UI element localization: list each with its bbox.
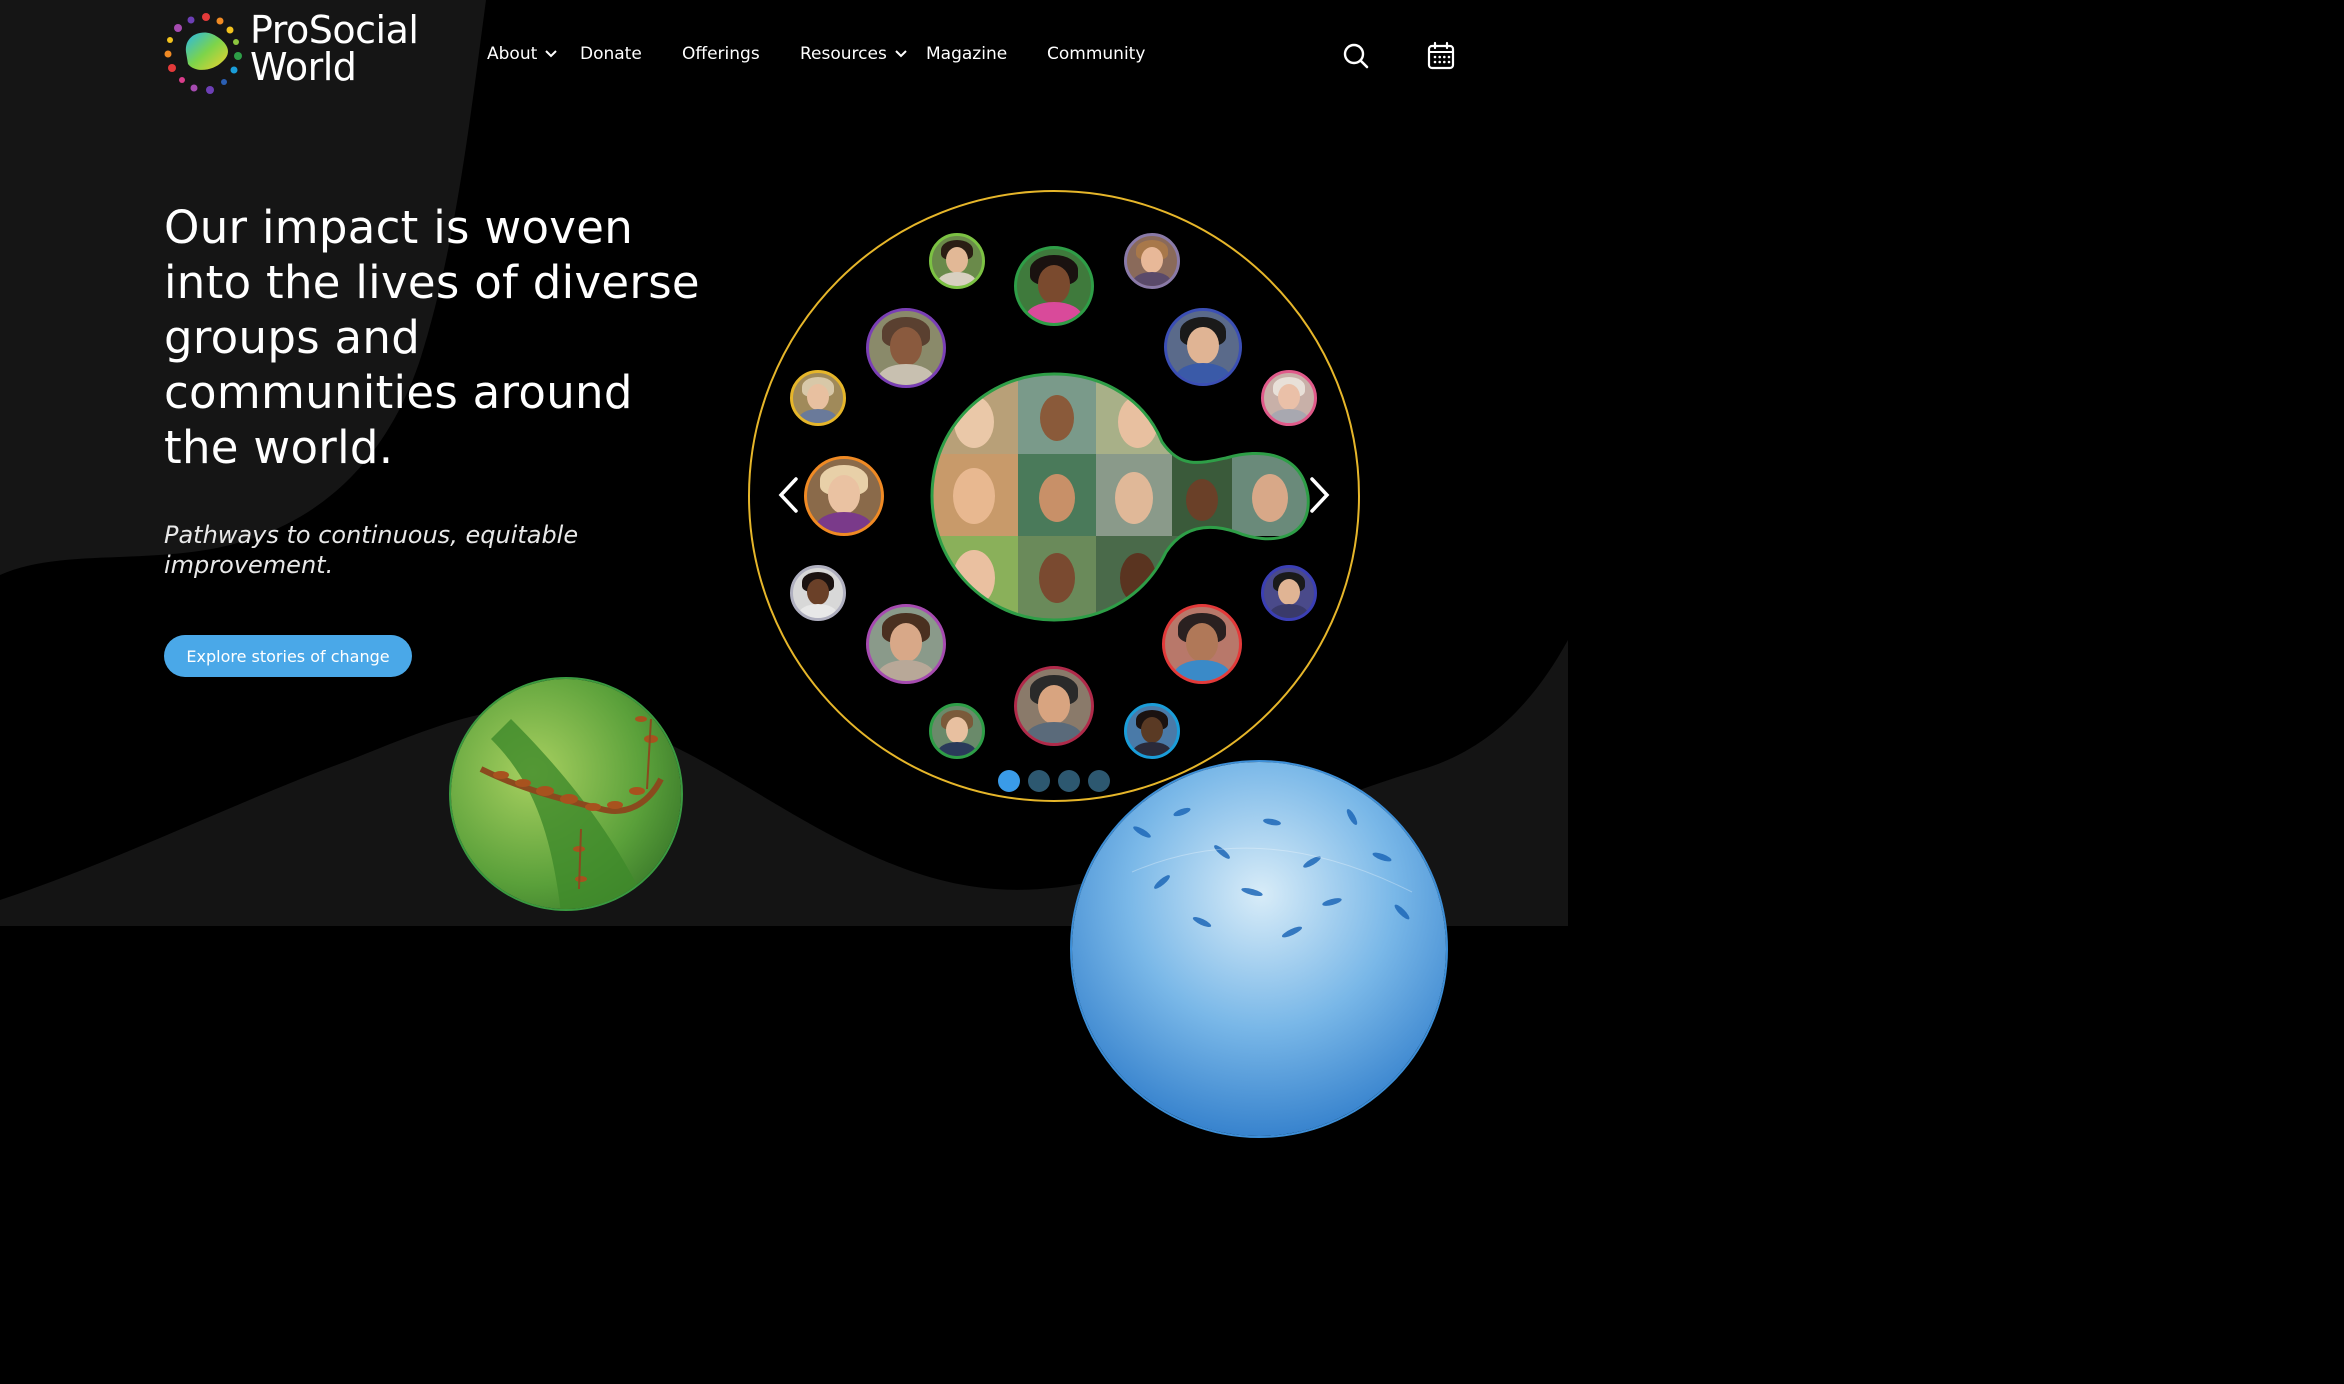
- hero-subheadline: Pathways to continuous, equitable improv…: [164, 521, 579, 579]
- nav-label-offerings: Offerings: [682, 44, 760, 64]
- chevron-left-icon: [778, 477, 798, 513]
- fish-school-image: [1070, 760, 1448, 1138]
- carousel-dot-1[interactable]: [998, 770, 1020, 792]
- avatar: [1014, 246, 1094, 326]
- chevron-down-icon: [545, 50, 557, 58]
- nav-label-about: About: [487, 44, 538, 64]
- community-carousel: [748, 190, 1360, 802]
- avatar: [1124, 703, 1180, 759]
- search-icon: [1343, 43, 1369, 69]
- carousel-pagination: [998, 770, 1110, 792]
- nav-label-magazine: Magazine: [926, 44, 1008, 64]
- avatar: [790, 370, 846, 426]
- avatar: [1014, 666, 1094, 746]
- chevron-right-icon: [1310, 477, 1330, 513]
- nav-item-donate[interactable]: Donate: [580, 44, 642, 64]
- ants-image: [449, 677, 683, 911]
- chevron-down-icon: [895, 50, 907, 58]
- carousel-prev-button[interactable]: [776, 476, 802, 519]
- brand-line-1: ProSocial: [250, 8, 419, 52]
- nav-label-donate: Donate: [580, 44, 642, 64]
- avatar: [1124, 233, 1180, 289]
- nav-label-community: Community: [1047, 44, 1146, 64]
- nav-item-about[interactable]: About: [487, 44, 557, 64]
- calendar-icon: [1427, 41, 1455, 70]
- carousel-next-button[interactable]: [1306, 476, 1332, 519]
- central-faces-collage: [930, 372, 1310, 622]
- calendar-button[interactable]: [1427, 41, 1455, 76]
- search-button[interactable]: [1342, 42, 1370, 75]
- nav-item-resources[interactable]: Resources: [800, 44, 907, 64]
- nav-item-community[interactable]: Community: [1047, 44, 1145, 64]
- brand-line-2: World: [250, 45, 357, 89]
- nav-item-offerings[interactable]: Offerings: [682, 44, 760, 64]
- avatar: [790, 565, 846, 621]
- brand-logo[interactable]: ProSocial World: [164, 8, 434, 96]
- avatar: [804, 456, 884, 536]
- avatar: [929, 703, 985, 759]
- carousel-dot-3[interactable]: [1058, 770, 1080, 792]
- nav-label-resources: Resources: [800, 44, 887, 64]
- logo-mark-icon: [164, 13, 242, 94]
- brand-wordmark: ProSocial World: [250, 8, 419, 89]
- carousel-dot-4[interactable]: [1088, 770, 1110, 792]
- avatar: [929, 233, 985, 289]
- explore-stories-button[interactable]: Explore stories of change: [164, 635, 412, 677]
- hero-headline: Our impact is woven into the lives of di…: [164, 201, 700, 474]
- nav-item-magazine[interactable]: Magazine: [926, 44, 1007, 64]
- carousel-dot-2[interactable]: [1028, 770, 1050, 792]
